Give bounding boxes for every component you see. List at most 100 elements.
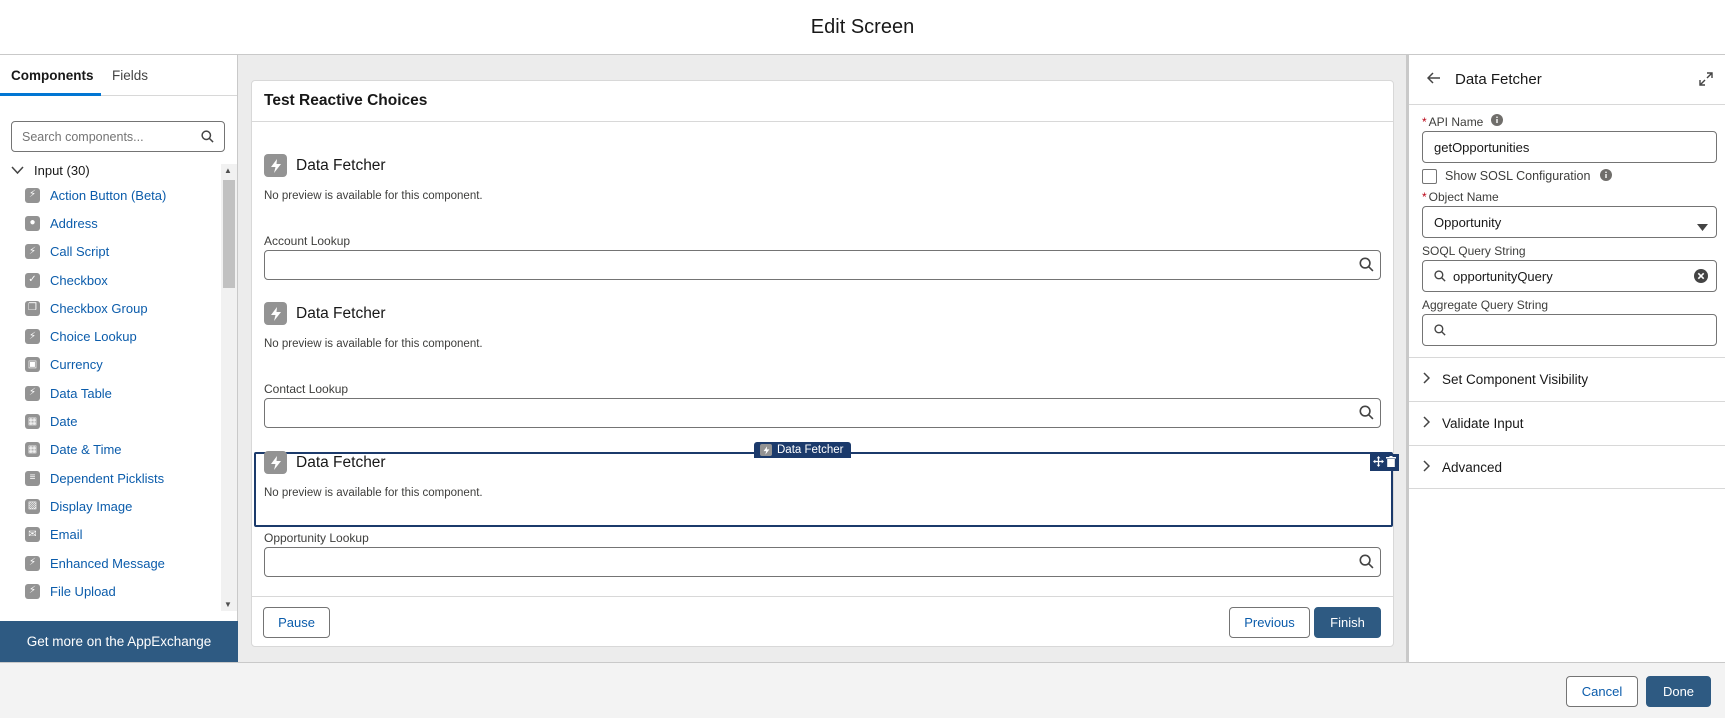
- properties-header: Data Fetcher: [1409, 55, 1725, 105]
- chevron-right-icon: [1423, 372, 1431, 387]
- currency-icon: ▣: [25, 357, 40, 373]
- data-fetcher-block-selected[interactable]: Data Fetcher No preview is available for…: [264, 451, 1381, 499]
- sosl-checkbox-row[interactable]: Show SOSL Configuration: [1422, 166, 1714, 186]
- required-marker: *: [1422, 190, 1427, 204]
- object-name-label-text: Object Name: [1428, 190, 1499, 204]
- list-item[interactable]: ▨ Display Image: [25, 492, 215, 520]
- finish-button[interactable]: Finish: [1314, 607, 1381, 638]
- list-item-label: Address: [50, 215, 98, 231]
- search-components-input[interactable]: [22, 129, 192, 144]
- appexchange-button[interactable]: Get more on the AppExchange: [0, 621, 238, 662]
- list-item[interactable]: ⚡︎ Enhanced Message: [25, 549, 215, 577]
- chevron-right-icon: [1423, 459, 1431, 475]
- account-lookup-input[interactable]: [264, 250, 1381, 280]
- soql-input[interactable]: opportunityQuery: [1422, 260, 1717, 292]
- list-item-label: Choice Lookup: [50, 329, 137, 345]
- opportunity-lookup-label: Opportunity Lookup: [264, 531, 369, 545]
- list-item-label: Currency: [50, 357, 103, 373]
- done-button[interactable]: Done: [1646, 676, 1711, 707]
- screen-footer: Pause Previous Finish: [252, 596, 1393, 646]
- object-name-label: * Object Name: [1422, 190, 1714, 204]
- search-icon: [1434, 324, 1446, 339]
- block-note: No preview is available for this compone…: [264, 338, 483, 350]
- components-panel: Components Fields Input (30) ⚡︎ Action Bu…: [0, 55, 238, 662]
- section-validate-input[interactable]: Validate Input: [1409, 401, 1725, 445]
- component-list-scrollbar[interactable]: ▲ ▼: [221, 164, 237, 611]
- list-item-label: Action Button (Beta): [50, 187, 167, 203]
- list-icon: ≡: [25, 470, 40, 486]
- aggregate-input[interactable]: [1422, 314, 1717, 346]
- delete-icon[interactable]: [1386, 454, 1396, 472]
- scroll-down-icon[interactable]: ▼: [224, 600, 232, 609]
- screen-title: Test Reactive Choices: [252, 81, 1393, 122]
- block-note: No preview is available for this compone…: [264, 487, 483, 499]
- search-icon: [201, 130, 214, 148]
- list-item[interactable]: ⚡︎ Choice Lookup: [25, 322, 215, 350]
- group-label: Input (30): [34, 163, 90, 178]
- list-item-label: Enhanced Message: [50, 555, 165, 571]
- list-item[interactable]: ✉ Email: [25, 521, 215, 549]
- block-title: Data Fetcher: [296, 156, 386, 174]
- calendar-clock-icon: ▦: [25, 442, 40, 458]
- properties-title: Data Fetcher: [1455, 71, 1542, 88]
- opportunity-lookup-input[interactable]: [264, 547, 1381, 577]
- location-pin-icon: ●: [25, 215, 40, 231]
- search-icon: [1434, 270, 1446, 285]
- api-name-label-text: API Name: [1428, 114, 1484, 129]
- list-item[interactable]: ⚡︎ File Upload: [25, 577, 215, 605]
- list-item[interactable]: ≡ Dependent Picklists: [25, 464, 215, 492]
- list-item[interactable]: ⚡︎ Call Script: [25, 238, 215, 266]
- chevron-right-icon: [1423, 416, 1431, 431]
- object-name-select[interactable]: Opportunity: [1422, 206, 1717, 238]
- sosl-checkbox[interactable]: [1422, 168, 1437, 184]
- required-marker: *: [1422, 114, 1427, 129]
- list-item[interactable]: ✓ Checkbox: [25, 266, 215, 294]
- list-item-label: Email: [50, 527, 83, 543]
- list-item-label: Date: [50, 414, 78, 430]
- list-item[interactable]: ▣ Currency: [25, 351, 215, 379]
- tab-components[interactable]: Components: [0, 55, 101, 96]
- group-input-toggle[interactable]: Input (30): [11, 163, 90, 178]
- list-item[interactable]: ● Address: [25, 209, 215, 237]
- contact-lookup-input[interactable]: [264, 398, 1381, 428]
- clear-icon[interactable]: [1694, 269, 1708, 286]
- api-name-label: * API Name: [1422, 114, 1714, 129]
- previous-button[interactable]: Previous: [1229, 607, 1310, 638]
- info-icon[interactable]: [1600, 168, 1613, 184]
- cancel-button[interactable]: Cancel: [1566, 676, 1638, 707]
- expand-icon[interactable]: [1699, 72, 1713, 91]
- list-item[interactable]: ⚡︎ Data Table: [25, 379, 215, 407]
- pause-button[interactable]: Pause: [263, 607, 330, 638]
- checkbox-group-icon: ❐: [25, 300, 40, 316]
- list-item[interactable]: ▦ Date & Time: [25, 436, 215, 464]
- info-icon[interactable]: [1491, 114, 1504, 129]
- data-fetcher-block[interactable]: Data Fetcher No preview is available for…: [264, 154, 1381, 202]
- list-item[interactable]: ❐ Checkbox Group: [25, 294, 215, 322]
- screen-canvas: Test Reactive Choices Data Fetcher No pr…: [238, 55, 1406, 662]
- list-item-label: Data Table: [50, 385, 112, 401]
- list-item[interactable]: ▦ Date: [25, 407, 215, 435]
- section-advanced[interactable]: Advanced: [1409, 445, 1725, 489]
- scroll-up-icon[interactable]: ▲: [224, 166, 232, 175]
- soql-label: SOQL Query String: [1422, 244, 1714, 258]
- properties-form: * API Name getOpportunities Show SOSL Co…: [1422, 114, 1717, 346]
- data-fetcher-block[interactable]: Data Fetcher No preview is available for…: [264, 302, 1381, 350]
- bolt-icon: [264, 451, 287, 474]
- bolt-icon: ⚡︎: [25, 244, 40, 260]
- list-item[interactable]: ⚡︎ Action Button (Beta): [25, 181, 215, 209]
- list-item-label: Checkbox: [50, 272, 108, 288]
- back-arrow-icon[interactable]: [1426, 71, 1441, 89]
- tab-fields[interactable]: Fields: [101, 55, 159, 96]
- properties-panel: Data Fetcher * API Name getOpportunities…: [1406, 55, 1725, 662]
- sosl-checkbox-label: Show SOSL Configuration: [1445, 169, 1591, 183]
- api-name-input[interactable]: getOpportunities: [1422, 131, 1717, 163]
- section-component-visibility[interactable]: Set Component Visibility: [1409, 357, 1725, 401]
- list-item-label: File Upload: [50, 583, 116, 599]
- bolt-icon: [264, 154, 287, 177]
- search-icon: [1359, 405, 1374, 425]
- list-item-label: Checkbox Group: [50, 300, 148, 316]
- bolt-icon: ⚡︎: [25, 329, 40, 345]
- bolt-icon: ⚡︎: [25, 583, 40, 599]
- scrollbar-thumb[interactable]: [223, 180, 235, 288]
- search-components-box[interactable]: [11, 121, 225, 152]
